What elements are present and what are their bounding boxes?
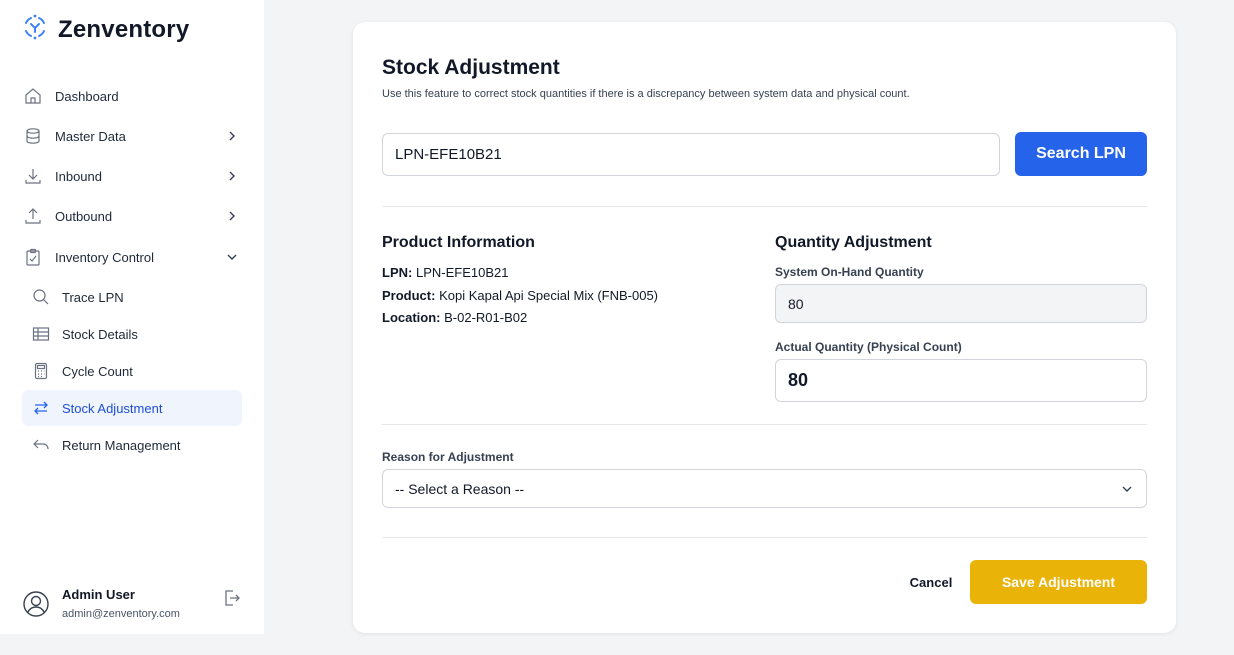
system-quantity-field: 80 bbox=[775, 284, 1147, 323]
database-icon bbox=[22, 125, 44, 147]
system-quantity-label: System On-Hand Quantity bbox=[775, 265, 924, 279]
nav-item-inventory-control[interactable]: Inventory Control bbox=[14, 239, 250, 275]
product-info-heading: Product Information bbox=[382, 234, 535, 251]
chevron-right-icon bbox=[224, 128, 240, 144]
location-label: Location: bbox=[382, 310, 441, 325]
nav-item-master-data[interactable]: Master Data bbox=[14, 118, 250, 154]
nav-label: Outbound bbox=[55, 208, 113, 224]
location-value: B-02-R01-B02 bbox=[444, 310, 528, 325]
nav-label: Inventory Control bbox=[55, 249, 154, 265]
user-avatar-icon bbox=[22, 590, 50, 618]
lpn-value: LPN-EFE10B21 bbox=[415, 265, 509, 280]
clipboard-check-icon bbox=[22, 246, 44, 268]
sub-item-label: Return Management bbox=[62, 437, 181, 453]
lpn-label: LPN: bbox=[382, 265, 413, 280]
reason-label: Reason for Adjustment bbox=[382, 450, 514, 464]
sub-item-cycle-count[interactable]: Cycle Count bbox=[22, 353, 242, 389]
page-title: Stock Adjustment bbox=[382, 56, 560, 79]
sub-item-label: Cycle Count bbox=[62, 363, 133, 379]
divider bbox=[382, 537, 1147, 538]
chevron-down-icon bbox=[1120, 482, 1134, 496]
save-adjustment-button[interactable]: Save Adjustment bbox=[970, 560, 1147, 604]
user-profile: Admin User admin@zenventory.com bbox=[22, 584, 246, 628]
stock-adjustment-card: Stock Adjustment Use this feature to cor… bbox=[353, 22, 1176, 633]
search-icon bbox=[30, 286, 52, 308]
table-icon bbox=[30, 323, 52, 345]
arrows-swap-icon bbox=[30, 397, 52, 419]
reason-selected-value: -- Select a Reason -- bbox=[395, 480, 525, 497]
brand[interactable]: Zenventory bbox=[22, 14, 189, 45]
lpn-search-input[interactable] bbox=[382, 133, 1000, 176]
sub-item-trace-lpn[interactable]: Trace LPN bbox=[22, 279, 242, 315]
sub-item-label: Stock Adjustment bbox=[62, 400, 163, 416]
arrow-down-icon bbox=[22, 165, 44, 187]
sub-item-label: Trace LPN bbox=[62, 289, 124, 305]
nav-label: Inbound bbox=[55, 168, 102, 184]
reason-select[interactable]: -- Select a Reason -- bbox=[382, 469, 1147, 508]
product-lpn-line: LPN: LPN-EFE10B21 bbox=[382, 265, 508, 280]
actual-quantity-input[interactable] bbox=[775, 359, 1147, 402]
page-subtitle: Use this feature to correct stock quanti… bbox=[382, 88, 910, 100]
nav-item-dashboard[interactable]: Dashboard bbox=[14, 78, 250, 114]
cancel-button[interactable]: Cancel bbox=[901, 568, 961, 596]
nav-label: Dashboard bbox=[55, 88, 119, 104]
quantity-adjustment-heading: Quantity Adjustment bbox=[775, 234, 932, 251]
sub-item-return-management[interactable]: Return Management bbox=[22, 427, 242, 463]
nav-label: Master Data bbox=[55, 128, 126, 144]
logo-icon bbox=[22, 14, 48, 45]
home-icon bbox=[22, 85, 44, 107]
chevron-right-icon bbox=[224, 208, 240, 224]
chevron-right-icon bbox=[224, 168, 240, 184]
divider bbox=[382, 206, 1147, 207]
brand-name: Zenventory bbox=[58, 15, 190, 43]
calculator-icon bbox=[30, 360, 52, 382]
nav-item-outbound[interactable]: Outbound bbox=[14, 198, 250, 234]
product-value: Kopi Kapal Api Special Mix (FNB-005) bbox=[439, 288, 659, 303]
sub-item-label: Stock Details bbox=[62, 326, 138, 342]
sub-item-stock-adjustment[interactable]: Stock Adjustment bbox=[22, 390, 242, 426]
sidebar: Zenventory Dashboard Master Data Inbound… bbox=[0, 0, 264, 634]
divider bbox=[382, 424, 1147, 425]
search-lpn-button[interactable]: Search LPN bbox=[1015, 132, 1147, 176]
chevron-down-icon bbox=[224, 249, 240, 265]
product-location-line: Location: B-02-R01-B02 bbox=[382, 310, 527, 325]
product-name-line: Product: Kopi Kapal Api Special Mix (FNB… bbox=[382, 288, 658, 303]
user-name: Admin User bbox=[62, 587, 135, 602]
sub-item-stock-details[interactable]: Stock Details bbox=[22, 316, 242, 352]
return-arrow-icon bbox=[30, 434, 52, 456]
product-label: Product: bbox=[382, 288, 436, 303]
nav-item-inbound[interactable]: Inbound bbox=[14, 158, 250, 194]
actual-quantity-label: Actual Quantity (Physical Count) bbox=[775, 340, 962, 354]
arrow-up-icon bbox=[22, 205, 44, 227]
user-email: admin@zenventory.com bbox=[62, 608, 180, 620]
logout-icon[interactable] bbox=[222, 588, 244, 610]
